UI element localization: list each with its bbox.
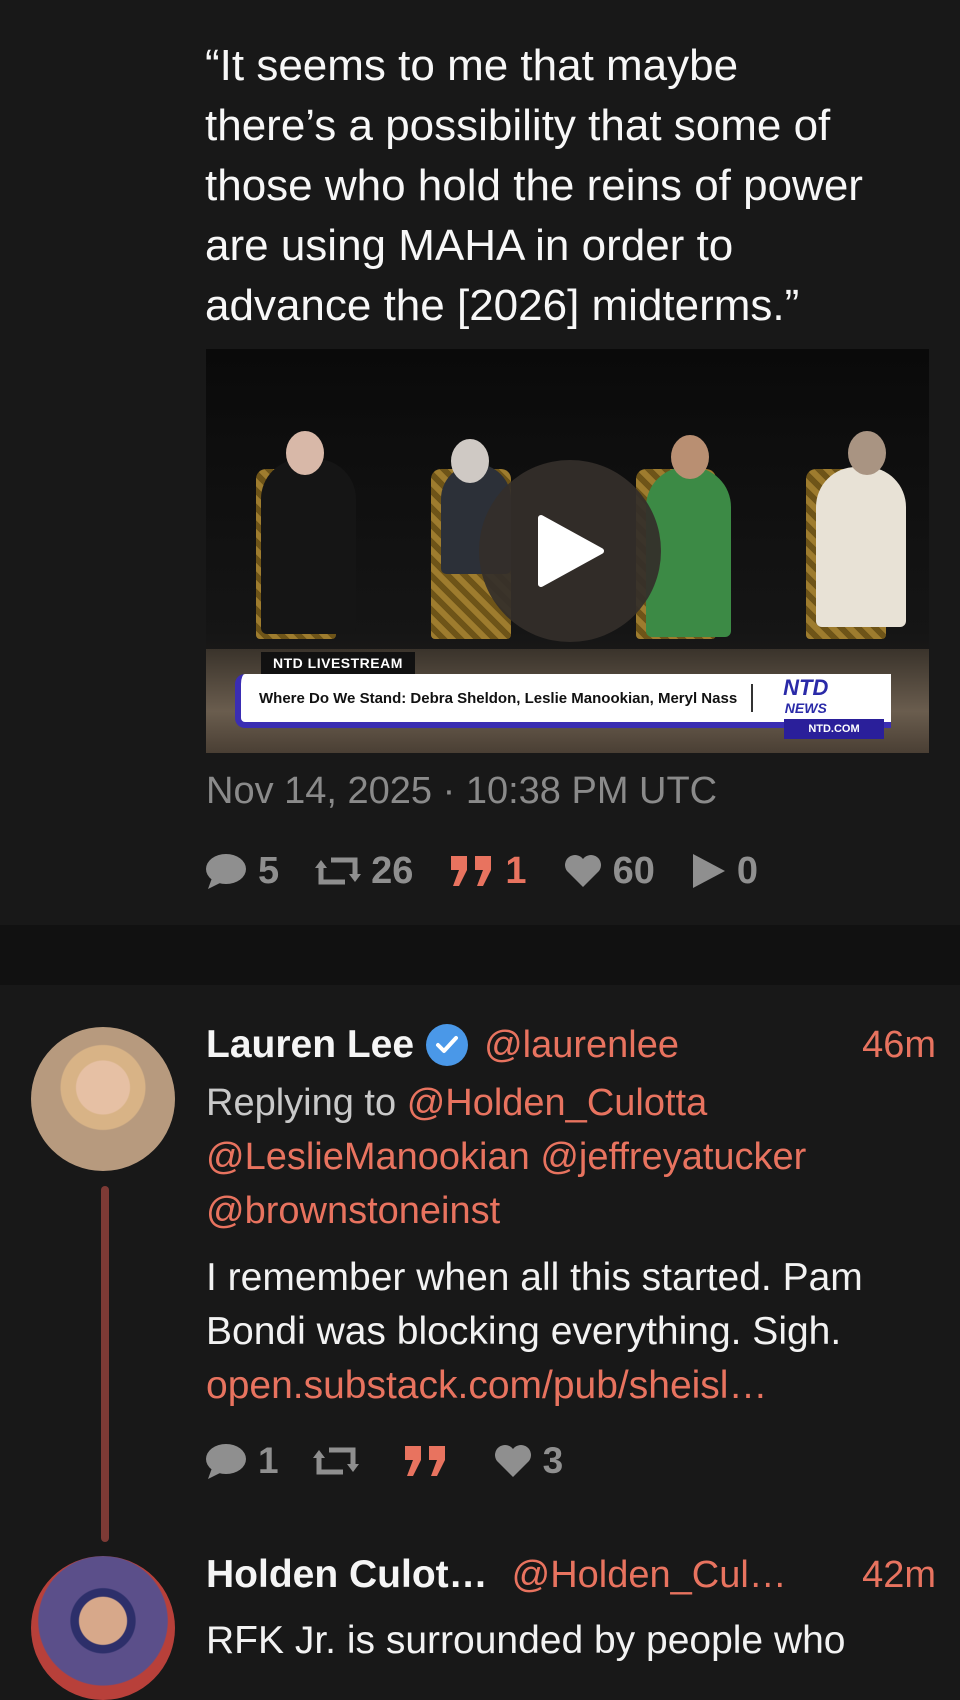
panelist xyxy=(261,459,356,634)
video-tag: NTD LIVESTREAM xyxy=(261,652,415,674)
comment-icon xyxy=(206,1444,246,1479)
play-icon xyxy=(692,854,725,888)
reply-header: Lauren Lee @laurenlee 46m xyxy=(206,1017,936,1073)
comment-button[interactable]: 1 xyxy=(204,1440,279,1482)
reply-time[interactable]: 46m xyxy=(862,1024,936,1067)
reply-text-line: RFK Jr. is surrounded by people who xyxy=(206,1619,846,1662)
user-handle[interactable]: @laurenlee xyxy=(484,1024,679,1067)
like-count: 3 xyxy=(542,1440,564,1481)
tweet-text: “It seems to me that maybe there’s a pos… xyxy=(205,36,940,336)
replying-to: Replying to @Holden_Culotta @LeslieManoo… xyxy=(206,1076,936,1238)
quote-icon xyxy=(451,856,492,886)
reply-stats: 1 3 xyxy=(204,1436,597,1486)
avatar[interactable] xyxy=(31,1556,175,1700)
mention-link[interactable]: @LeslieManookian xyxy=(206,1136,530,1178)
retweet-button[interactable] xyxy=(312,1442,369,1480)
external-link[interactable]: open.substack.com/pub/sheisl… xyxy=(206,1359,936,1413)
tweet-timestamp[interactable]: Nov 14, 2025 · 10:38 PM UTC xyxy=(206,770,717,813)
panelist-head xyxy=(671,435,709,479)
retweet-icon xyxy=(312,1447,359,1475)
video-url: NTD.COM xyxy=(784,719,884,739)
heart-icon xyxy=(494,1445,531,1477)
reply-text: RFK Jr. is surrounded by people who xyxy=(206,1614,936,1668)
comment-count: 5 xyxy=(258,849,280,892)
tweet-text-line: advance the [2026] midterms.” xyxy=(205,281,800,330)
main-tweet: “It seems to me that maybe there’s a pos… xyxy=(0,0,960,925)
tweet-text-line: there’s a possibility that some of xyxy=(205,101,831,150)
ntd-logo: NTD NEWS xyxy=(783,675,829,718)
mention-link[interactable]: @brownstoneinst xyxy=(206,1190,500,1232)
tweet-text-line: those who hold the reins of power xyxy=(205,161,863,210)
reply-time[interactable]: 42m xyxy=(862,1554,936,1597)
logo-subtext: NEWS xyxy=(784,700,827,716)
verified-badge xyxy=(426,1024,469,1066)
display-name[interactable]: Holden Culot… xyxy=(206,1553,488,1597)
play-count-button[interactable]: 0 xyxy=(691,850,758,893)
panelist-head xyxy=(286,431,324,475)
tweet-text-line: are using MAHA in order to xyxy=(205,221,734,270)
play-count: 0 xyxy=(736,849,758,892)
retweet-icon xyxy=(315,857,362,885)
logo-text: NTD xyxy=(783,675,829,700)
tweet-text-line: “It seems to me that maybe xyxy=(205,41,739,90)
reply-header: Holden Culot… @Holden_Cul… 42m xyxy=(206,1547,936,1603)
comment-button[interactable]: 5 xyxy=(204,850,279,893)
like-button[interactable]: 3 xyxy=(493,1440,564,1482)
reply-text-line: I remember when all this started. Pam xyxy=(206,1256,863,1299)
mention-link[interactable]: @Holden_Culotta xyxy=(407,1082,708,1124)
display-name[interactable]: Lauren Lee xyxy=(206,1023,414,1067)
panelist xyxy=(816,467,906,627)
checkmark-icon xyxy=(436,1036,459,1053)
comment-icon xyxy=(206,854,246,889)
like-button[interactable]: 60 xyxy=(563,850,655,893)
like-count: 60 xyxy=(612,849,655,892)
avatar[interactable] xyxy=(31,1027,175,1171)
heart-icon xyxy=(564,855,601,887)
retweet-button[interactable]: 26 xyxy=(315,850,413,893)
quote-button[interactable] xyxy=(403,1442,459,1480)
quote-icon xyxy=(404,1446,445,1476)
divider xyxy=(751,684,754,712)
section-divider xyxy=(0,925,960,985)
panelist-head xyxy=(451,439,489,483)
play-button[interactable] xyxy=(479,460,661,642)
thread-line xyxy=(101,1186,109,1542)
video-title: Where Do We Stand: Debra Sheldon, Leslie… xyxy=(259,689,738,707)
user-handle[interactable]: @Holden_Cul… xyxy=(512,1554,787,1597)
replying-to-label: Replying to xyxy=(206,1082,397,1124)
panelist-head xyxy=(848,431,886,475)
mention-link[interactable]: @jeffreyatucker xyxy=(540,1136,806,1178)
comment-count: 1 xyxy=(258,1440,279,1481)
reply-text-line: Bondi was blocking everything. Sigh. xyxy=(206,1310,842,1353)
quote-count: 1 xyxy=(505,849,527,892)
tweet-stats: 5 26 1 60 0 xyxy=(204,846,794,896)
retweet-count: 26 xyxy=(371,849,414,892)
reply-text: I remember when all this started. Pam Bo… xyxy=(206,1251,936,1413)
play-icon xyxy=(538,515,604,587)
quote-button[interactable]: 1 xyxy=(449,849,527,893)
video-player[interactable]: NTD LIVESTREAM Where Do We Stand: Debra … xyxy=(206,349,929,753)
